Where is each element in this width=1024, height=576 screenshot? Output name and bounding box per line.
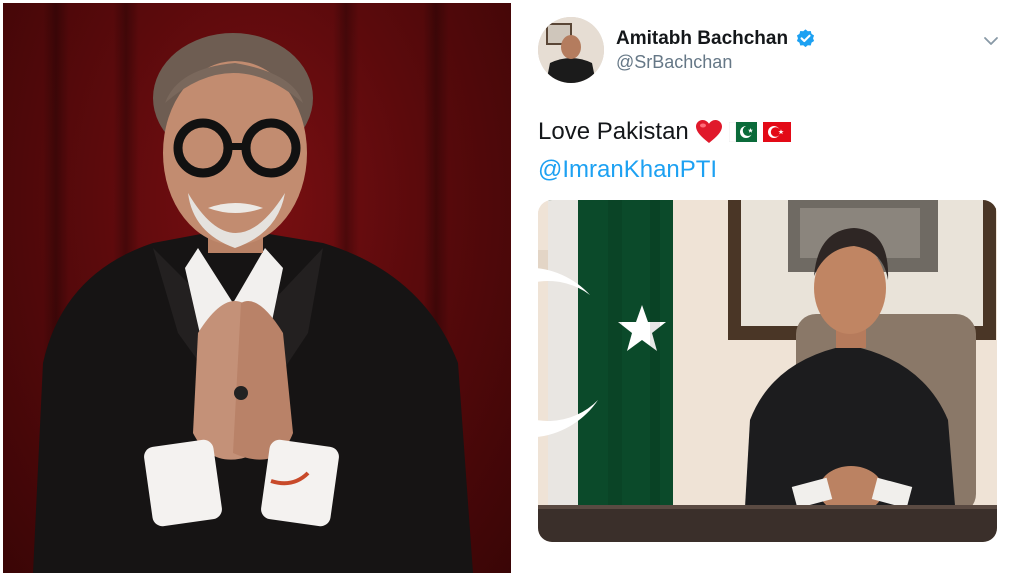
left-photo — [3, 3, 511, 573]
media-photo-illustration — [538, 200, 997, 542]
tweet-text: Love Pakistan — [538, 116, 791, 148]
man-in-black-suit-illustration — [33, 33, 473, 573]
tweet-text-content: Love Pakistan — [538, 118, 689, 145]
avatar[interactable] — [538, 17, 604, 83]
user-handle[interactable]: @SrBachchan — [616, 52, 732, 73]
chevron-down-icon[interactable] — [982, 32, 1000, 50]
verified-badge-icon — [796, 29, 815, 48]
flag-turkey-icon — [762, 122, 791, 142]
red-heart-emoji-icon — [695, 120, 722, 143]
flag-pakistan-icon — [728, 122, 757, 142]
mention-link[interactable]: @ImranKhanPTI — [538, 156, 717, 184]
display-name[interactable]: Amitabh Bachchan — [616, 28, 788, 50]
tweet-card: Amitabh Bachchan @SrBachchan Love Pakist… — [512, 0, 1024, 576]
avatar-image — [538, 17, 604, 83]
tweet-media-image[interactable] — [538, 200, 997, 542]
